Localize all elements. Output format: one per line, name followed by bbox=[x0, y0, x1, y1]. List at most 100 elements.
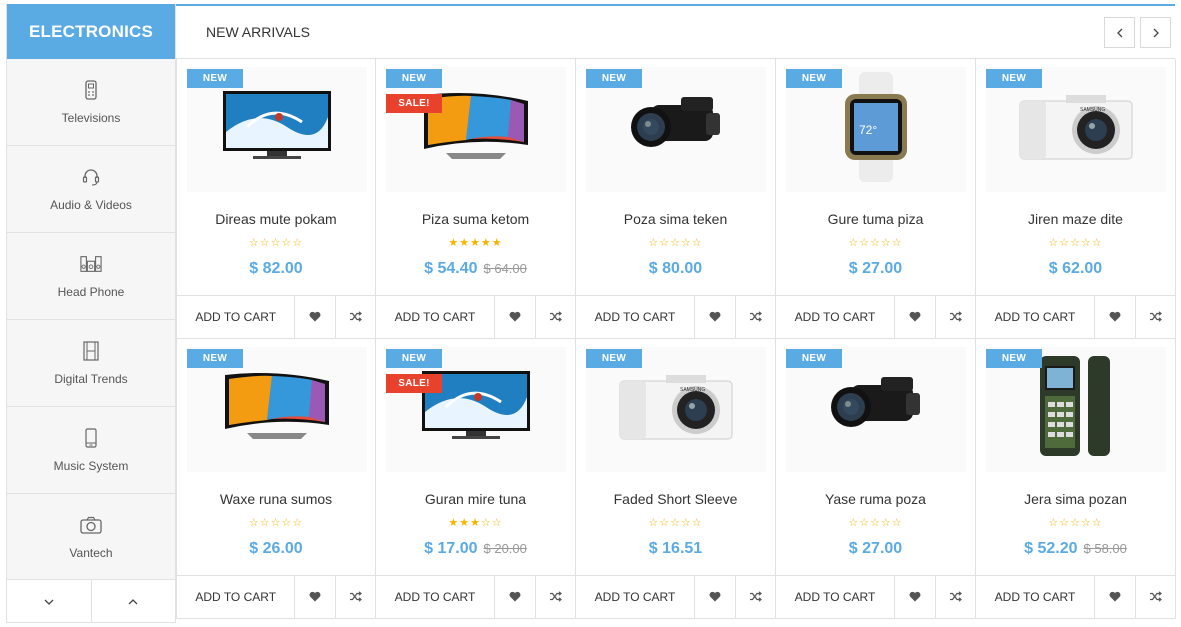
sidebar-item-audio-videos[interactable]: Audio & Videos bbox=[7, 146, 175, 233]
rating-stars: ☆☆☆☆☆ bbox=[648, 237, 703, 249]
compare-button[interactable] bbox=[335, 576, 375, 618]
new-badge: NEW bbox=[187, 349, 243, 368]
add-to-cart-button[interactable]: ADD TO CART bbox=[376, 576, 495, 618]
product-name[interactable]: Poza sima teken bbox=[576, 211, 775, 227]
add-to-cart-button[interactable]: ADD TO CART bbox=[376, 296, 495, 338]
compare-button[interactable] bbox=[1135, 296, 1175, 338]
product-name[interactable]: Piza suma ketom bbox=[376, 211, 575, 227]
sidebar-item-televisions[interactable]: Televisions bbox=[7, 59, 175, 146]
shuffle-icon bbox=[949, 310, 962, 325]
rating-stars: ☆☆☆☆☆ bbox=[848, 517, 903, 529]
add-to-cart-button[interactable]: ADD TO CART bbox=[976, 576, 1095, 618]
add-to-cart-button[interactable]: ADD TO CART bbox=[576, 296, 695, 338]
product-card[interactable]: NEW SALE! Piza suma ketom ★★★★★ $ 54.40 $… bbox=[376, 59, 576, 339]
remote-icon bbox=[80, 79, 102, 101]
product-old-price: $ 58.00 bbox=[1083, 541, 1127, 556]
heart-icon bbox=[709, 590, 721, 605]
shuffle-icon bbox=[749, 310, 762, 325]
product-name[interactable]: Jiren maze dite bbox=[976, 211, 1175, 227]
sidebar-item-label: Music System bbox=[53, 459, 129, 473]
product-card[interactable]: NEW Jera sima pozan ☆☆☆☆☆ $ 52.20 $ 58.00… bbox=[976, 339, 1176, 619]
add-to-cart-button[interactable]: ADD TO CART bbox=[177, 576, 296, 618]
shuffle-icon bbox=[1149, 590, 1162, 605]
sidebar-scroll-down-button[interactable] bbox=[7, 580, 91, 622]
new-badge: NEW bbox=[786, 349, 842, 368]
heart-icon bbox=[1109, 310, 1121, 325]
compare-button[interactable] bbox=[935, 576, 975, 618]
headset-icon bbox=[80, 166, 102, 188]
chevron-up-icon bbox=[128, 594, 138, 608]
add-to-cart-button[interactable]: ADD TO CART bbox=[177, 296, 296, 338]
product-price-block: $ 27.00 bbox=[776, 540, 975, 558]
heart-icon bbox=[509, 310, 521, 325]
product-card[interactable]: NEW Direas mute pokam ☆☆☆☆☆ $ 82.00 ADD … bbox=[176, 59, 376, 339]
product-card[interactable]: NEW SALE! Guran mire tuna ★★★☆☆ $ 17.00 $… bbox=[376, 339, 576, 619]
add-to-cart-button[interactable]: ADD TO CART bbox=[976, 296, 1095, 338]
chevron-left-icon bbox=[1116, 25, 1123, 41]
sidebar-item-head-phone[interactable]: Head Phone bbox=[7, 233, 175, 320]
product-price: $ 26.00 bbox=[249, 540, 303, 557]
product-card[interactable]: SAMSUNG NEW Faded Short Sleeve ☆☆☆☆☆ $ 1… bbox=[576, 339, 776, 619]
product-name[interactable]: Jera sima pozan bbox=[976, 491, 1175, 507]
compare-button[interactable] bbox=[535, 296, 575, 338]
wishlist-button[interactable] bbox=[1095, 576, 1135, 618]
compare-button[interactable] bbox=[935, 296, 975, 338]
wishlist-button[interactable] bbox=[495, 576, 535, 618]
add-to-cart-button[interactable]: ADD TO CART bbox=[576, 576, 695, 618]
product-card[interactable]: 72° NEW Gure tuma piza ☆☆☆☆☆ $ 27.00 ADD… bbox=[776, 59, 976, 339]
product-name[interactable]: Guran mire tuna bbox=[376, 491, 575, 507]
compare-button[interactable] bbox=[735, 576, 775, 618]
rating-stars: ☆☆☆☆☆ bbox=[648, 517, 703, 529]
wishlist-button[interactable] bbox=[295, 296, 335, 338]
add-to-cart-button[interactable]: ADD TO CART bbox=[776, 296, 895, 338]
new-badge: NEW bbox=[586, 349, 642, 368]
sidebar-item-music-system[interactable]: Music System bbox=[7, 407, 175, 494]
sidebar-item-vantech[interactable]: Vantech bbox=[7, 494, 175, 581]
compare-button[interactable] bbox=[735, 296, 775, 338]
product-price: $ 52.20 bbox=[1024, 540, 1078, 557]
compare-button[interactable] bbox=[1135, 576, 1175, 618]
wishlist-button[interactable] bbox=[895, 296, 935, 338]
svg-text:SAMSUNG: SAMSUNG bbox=[680, 387, 705, 393]
carousel-next-button[interactable] bbox=[1140, 17, 1171, 48]
sidebar-item-label: Televisions bbox=[61, 111, 121, 125]
sidebar-item-label: Audio & Videos bbox=[50, 198, 132, 212]
add-to-cart-button[interactable]: ADD TO CART bbox=[776, 576, 895, 618]
wishlist-button[interactable] bbox=[495, 296, 535, 338]
wishlist-button[interactable] bbox=[295, 576, 335, 618]
product-price: $ 27.00 bbox=[848, 260, 903, 277]
wishlist-button[interactable] bbox=[695, 296, 735, 338]
product-card[interactable]: NEW Poza sima teken ☆☆☆☆☆ $ 80.00 ADD TO… bbox=[576, 59, 776, 339]
wishlist-button[interactable] bbox=[695, 576, 735, 618]
product-actions: ADD TO CART bbox=[976, 575, 1175, 618]
wishlist-button[interactable] bbox=[895, 576, 935, 618]
sale-badge: SALE! bbox=[386, 94, 442, 113]
category-sidebar: ELECTRONICS Televisions Audio & Videos H… bbox=[6, 4, 176, 623]
sidebar-scroll-up-button[interactable] bbox=[90, 580, 176, 622]
shuffle-icon bbox=[549, 590, 562, 605]
shuffle-icon bbox=[349, 310, 363, 325]
phone-icon bbox=[80, 427, 102, 449]
product-card[interactable]: SAMSUNG NEW Jiren maze dite ☆☆☆☆☆ $ 62.0… bbox=[976, 59, 1176, 339]
product-card[interactable]: NEW Yase ruma poza ☆☆☆☆☆ $ 27.00 ADD TO … bbox=[776, 339, 976, 619]
product-name[interactable]: Faded Short Sleeve bbox=[576, 491, 775, 507]
rating-stars: ★★★☆☆ bbox=[448, 517, 503, 529]
product-card[interactable]: NEW Waxe runa sumos ☆☆☆☆☆ $ 26.00 ADD TO… bbox=[176, 339, 376, 619]
product-price-block: $ 52.20 $ 58.00 bbox=[976, 540, 1175, 558]
heart-icon bbox=[509, 590, 521, 605]
shuffle-icon bbox=[949, 590, 962, 605]
compare-button[interactable] bbox=[535, 576, 575, 618]
heart-icon bbox=[1109, 590, 1121, 605]
product-price: $ 54.40 bbox=[424, 260, 478, 277]
product-grid: NEW Direas mute pokam ☆☆☆☆☆ $ 82.00 ADD … bbox=[176, 59, 1176, 619]
wishlist-button[interactable] bbox=[1095, 296, 1135, 338]
product-name[interactable]: Waxe runa sumos bbox=[177, 491, 375, 507]
heart-icon bbox=[909, 590, 921, 605]
carousel-prev-button[interactable] bbox=[1104, 17, 1135, 48]
product-name[interactable]: Yase ruma poza bbox=[776, 491, 975, 507]
product-name[interactable]: Gure tuma piza bbox=[776, 211, 975, 227]
compare-button[interactable] bbox=[335, 296, 375, 338]
sidebar-item-digital-trends[interactable]: Digital Trends bbox=[7, 320, 175, 407]
sidebar-item-label: Vantech bbox=[69, 546, 113, 560]
product-name[interactable]: Direas mute pokam bbox=[177, 211, 375, 227]
